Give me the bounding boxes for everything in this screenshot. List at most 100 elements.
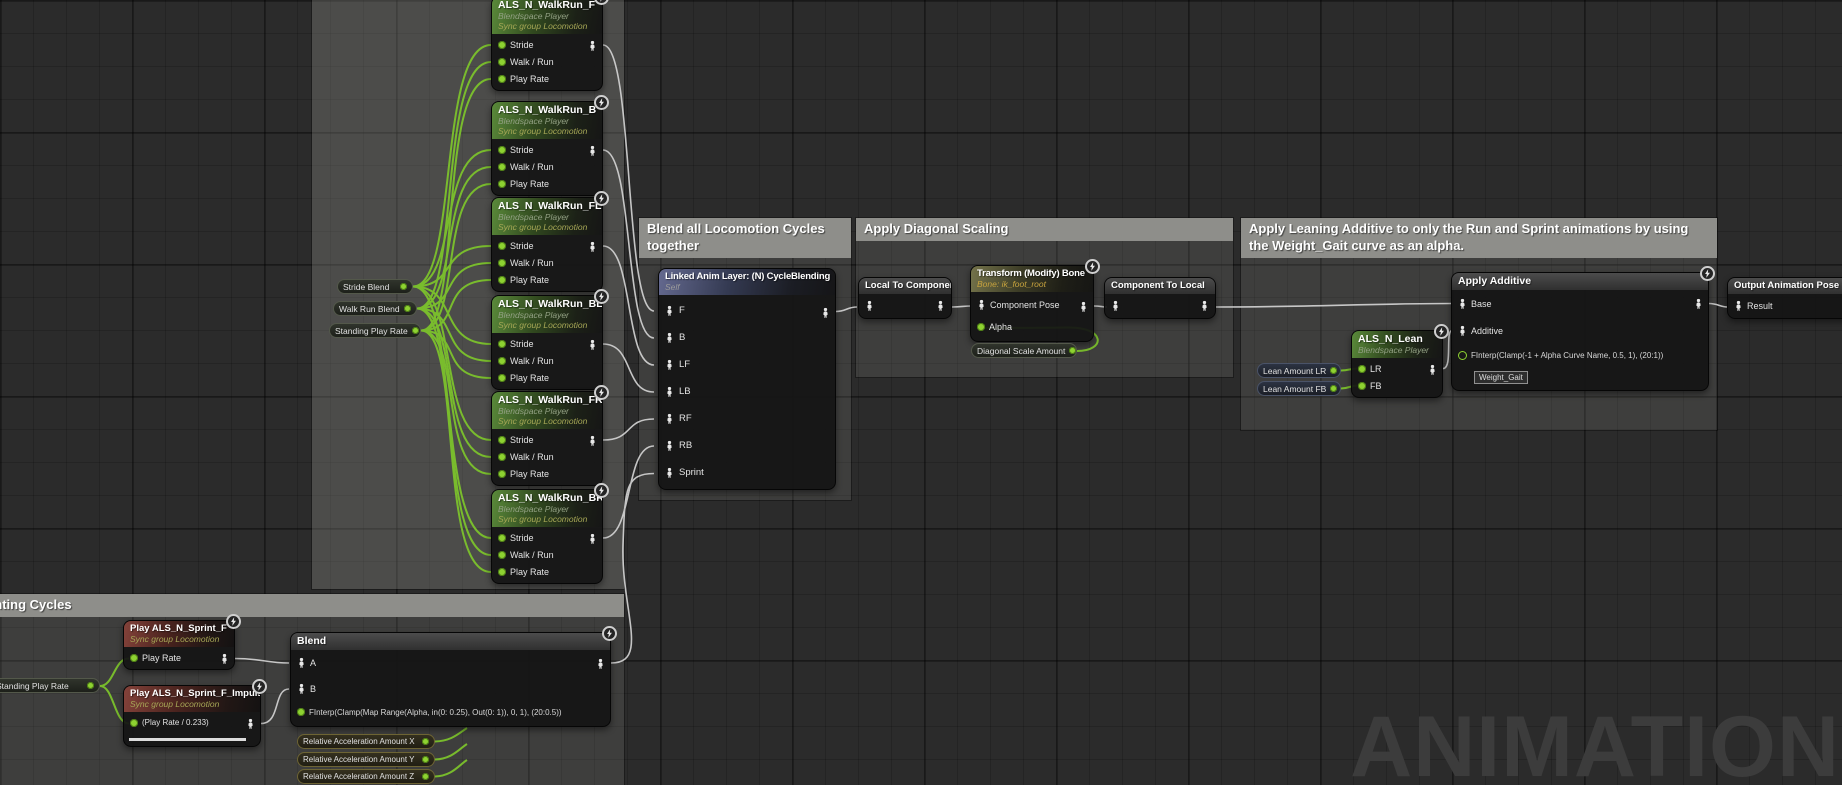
pose-input-component-pose[interactable]: Component Pose [971, 294, 1093, 316]
float-pin-hollow-icon[interactable] [1458, 351, 1467, 360]
pin-fb[interactable]: FB [1352, 377, 1442, 394]
variable-pill-diagonal-scale-amount[interactable]: Diagonal Scale Amount [971, 343, 1077, 358]
float-pin-icon[interactable] [130, 719, 138, 727]
node-component-to-local[interactable]: Component To Local [1104, 277, 1216, 319]
pin-stride[interactable]: Stride [492, 529, 602, 546]
float-pin-icon[interactable] [498, 357, 506, 365]
pose-pin-icon[interactable] [297, 683, 306, 695]
variable-pill-lean-amount-fb[interactable]: Lean Amount FB [1257, 381, 1341, 396]
node-output-animation-pose[interactable]: Output Animation Pose Result [1727, 277, 1842, 319]
comment-title[interactable]: Blend all Locomotion Cycles together [639, 218, 851, 258]
float-pin-icon[interactable] [422, 756, 429, 763]
pose-input-sprint[interactable]: Sprint [659, 459, 835, 486]
pin-alpha-expression[interactable]: FInterp(Clamp(-1 + Alpha Curve Name, 0.5… [1452, 344, 1708, 366]
pin-play-rate-expression[interactable]: (Play Rate / 0.233) [124, 714, 260, 731]
pose-pin-icon[interactable] [977, 299, 986, 311]
pose-pass-through[interactable] [1105, 294, 1215, 318]
float-pin-icon[interactable] [498, 75, 506, 83]
pose-input-b[interactable]: B [659, 324, 835, 351]
variable-pill-walk-run-blend[interactable]: Walk Run Blend [333, 301, 417, 316]
float-pin-icon[interactable] [422, 773, 429, 780]
float-pin-icon[interactable] [498, 58, 506, 66]
node-linked-anim-layer[interactable]: Linked Anim Layer: (N) CycleBlending Sel… [658, 268, 836, 490]
float-pin-icon[interactable] [1330, 385, 1337, 392]
variable-pill-relative-acceleration-x[interactable]: Relative Acceleration Amount X [297, 734, 435, 749]
variable-pill-relative-acceleration-y[interactable]: Relative Acceleration Amount Y [297, 752, 435, 767]
pose-output-pin[interactable] [596, 658, 605, 670]
float-pin-icon[interactable] [1358, 382, 1366, 390]
node-apply-additive[interactable]: Apply Additive Base Additive FInterp(Cla… [1451, 272, 1709, 391]
comment-title[interactable]: Apply Leaning Additive to only the Run a… [1241, 218, 1717, 258]
pin-walk-run[interactable]: Walk / Run [492, 448, 602, 465]
float-pin-icon[interactable] [498, 163, 506, 171]
pose-input-lb[interactable]: LB [659, 378, 835, 405]
float-pin-icon[interactable] [498, 180, 506, 188]
float-pin-icon[interactable] [422, 738, 429, 745]
pose-output-pin[interactable] [588, 533, 597, 545]
pin-play-rate[interactable]: Play Rate [492, 369, 602, 386]
float-pin-icon[interactable] [498, 436, 506, 444]
float-pin-icon[interactable] [1358, 365, 1366, 373]
node-als-n-walkrun-fl[interactable]: ALS_N_WalkRun_FL Blendspace Player Sync … [491, 197, 603, 292]
float-pin-icon[interactable] [412, 327, 419, 334]
pin-walk-run[interactable]: Walk / Run [492, 546, 602, 563]
pose-pass-through[interactable] [859, 294, 951, 318]
variable-pill-standing-play-rate-sprint[interactable]: Standing Play Rate [0, 678, 100, 693]
float-pin-icon[interactable] [1330, 367, 1337, 374]
node-als-n-walkrun-b[interactable]: ALS_N_WalkRun_B Blendspace Player Sync g… [491, 101, 603, 196]
float-pin-icon[interactable] [130, 654, 138, 662]
float-pin-icon[interactable] [498, 374, 506, 382]
pose-output-pin[interactable] [821, 307, 830, 319]
pose-output-pin[interactable] [588, 241, 597, 253]
pose-input-result[interactable]: Result [1728, 294, 1842, 318]
pose-output-pin[interactable] [1200, 300, 1209, 312]
animgraph-canvas[interactable]: Blend all Locomotion Cycles together App… [0, 0, 1842, 785]
pin-stride[interactable]: Stride [492, 431, 602, 448]
pin-walk-run[interactable]: Walk / Run [492, 53, 602, 70]
float-pin-icon[interactable] [977, 323, 985, 331]
pose-pin-icon[interactable] [665, 440, 674, 452]
pin-play-rate[interactable]: Play Rate [492, 70, 602, 87]
pose-pin-icon[interactable] [297, 657, 306, 669]
node-local-to-component[interactable]: Local To Component [858, 277, 952, 319]
node-blend[interactable]: Blend A B FInterp(Clamp(Map Range(Alpha,… [290, 632, 611, 727]
pose-pin-icon[interactable] [665, 386, 674, 398]
pose-input-rf[interactable]: RF [659, 405, 835, 432]
float-pin-icon[interactable] [498, 276, 506, 284]
pin-play-rate[interactable]: Play Rate [124, 649, 234, 666]
float-pin-icon[interactable] [498, 470, 506, 478]
node-als-n-walkrun-br[interactable]: ALS_N_WalkRun_BR Blendspace Player Sync … [491, 489, 603, 584]
curve-name-tag[interactable]: Weight_Gait [1474, 371, 1528, 384]
pose-output-pin[interactable] [588, 339, 597, 351]
float-pin-icon[interactable] [87, 682, 94, 689]
float-pin-icon[interactable] [498, 146, 506, 154]
pose-input-base[interactable]: Base [1452, 290, 1708, 317]
pose-pin-icon[interactable] [665, 359, 674, 371]
variable-pill-standing-play-rate[interactable]: Standing Play Rate [329, 323, 421, 338]
pose-input-b[interactable]: B [291, 676, 610, 702]
pose-output-pin[interactable] [936, 300, 945, 312]
variable-pill-lean-amount-lr[interactable]: Lean Amount LR [1257, 363, 1341, 378]
variable-pill-relative-acceleration-z[interactable]: Relative Acceleration Amount Z [297, 769, 435, 784]
pin-walk-run[interactable]: Walk / Run [492, 352, 602, 369]
pin-alpha[interactable]: Alpha [971, 316, 1093, 338]
node-play-als-n-sprint-f-impulse[interactable]: Play ALS_N_Sprint_F_Impulse Sync group L… [123, 685, 261, 747]
pose-pin-icon[interactable] [665, 305, 674, 317]
pose-input-pin[interactable] [865, 300, 874, 312]
pin-alpha-expression[interactable]: FInterp(Clamp(Map Range(Alpha, in(0: 0.2… [291, 702, 610, 726]
float-pin-icon[interactable] [498, 259, 506, 267]
pin-play-rate[interactable]: Play Rate [492, 563, 602, 580]
node-als-n-walkrun-f[interactable]: ALS_N_WalkRun_F Blendspace Player Sync g… [491, 0, 603, 91]
comment-title[interactable]: Sprinting Cycles [0, 594, 624, 617]
pose-output-pin[interactable] [588, 145, 597, 157]
pin-play-rate[interactable]: Play Rate [492, 271, 602, 288]
pin-stride[interactable]: Stride [492, 335, 602, 352]
node-als-n-walkrun-fr[interactable]: ALS_N_WalkRun_FR Blendspace Player Sync … [491, 391, 603, 486]
float-pin-icon[interactable] [498, 41, 506, 49]
pose-input-a[interactable]: A [291, 650, 610, 676]
pose-output-pin[interactable] [1079, 301, 1088, 313]
pin-walk-run[interactable]: Walk / Run [492, 254, 602, 271]
pin-play-rate[interactable]: Play Rate [492, 175, 602, 192]
float-pin-icon[interactable] [498, 453, 506, 461]
pose-output-pin[interactable] [1694, 298, 1703, 310]
